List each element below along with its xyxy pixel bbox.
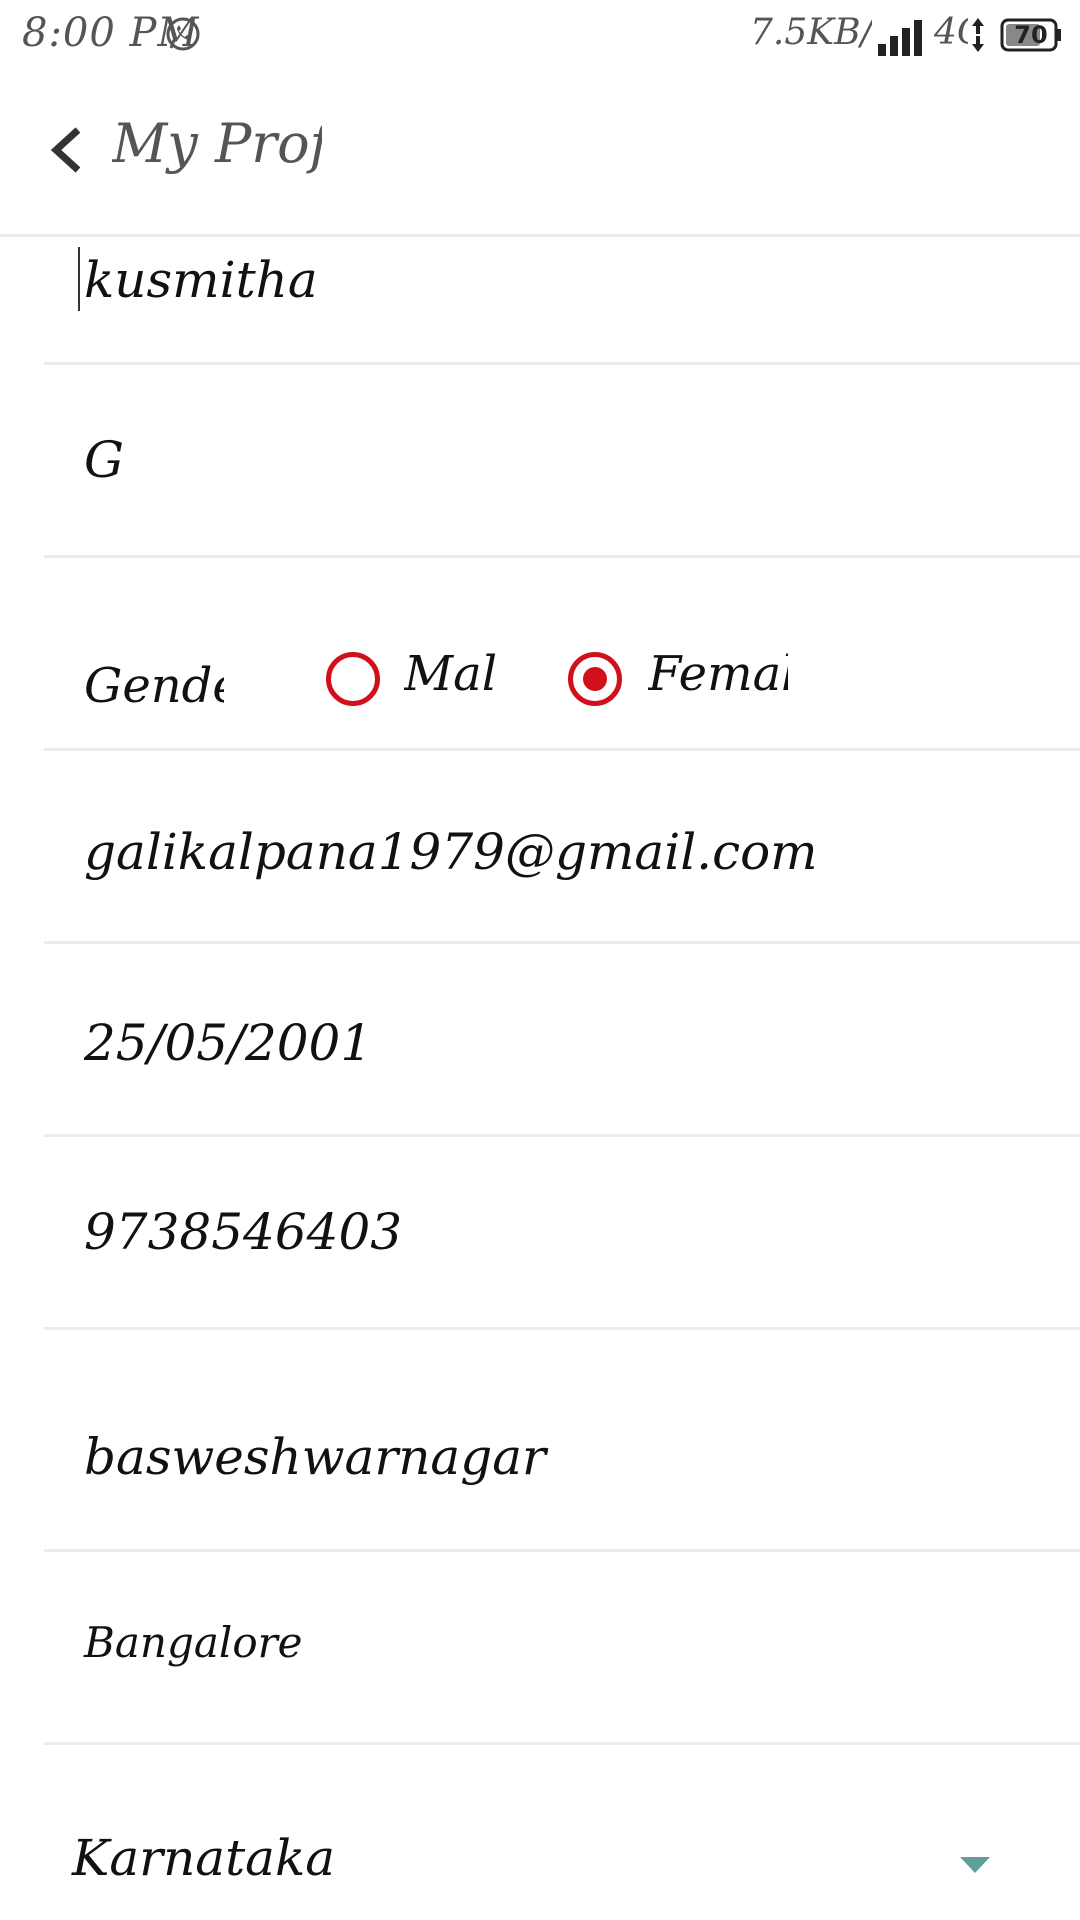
battery-level: 70 [1014, 21, 1048, 49]
signal-icon [878, 20, 922, 56]
dob-field[interactable]: 25/05/2001 [44, 944, 1080, 1137]
address-input[interactable]: basweshwarnagar [84, 1428, 546, 1486]
status-bar: 8:00 PM 7.5KB/s 4G 70 [0, 0, 1080, 70]
app-toolbar: My Profile [0, 70, 1080, 237]
dropdown-arrow-icon[interactable] [960, 1857, 990, 1875]
female-radio[interactable] [568, 652, 622, 706]
last-name-field[interactable]: G [44, 365, 1080, 558]
phone-input[interactable]: 9738546403 [84, 1203, 402, 1261]
city-field[interactable]: Bangalore [44, 1552, 1080, 1745]
back-arrow-icon[interactable] [40, 120, 100, 180]
city-input[interactable]: Bangalore [84, 1618, 303, 1667]
gender-label: Gender [84, 658, 224, 714]
last-name-input[interactable]: G [84, 431, 124, 489]
whatsapp-icon [166, 17, 200, 51]
email-input[interactable]: galikalpana1979@gmail.com [84, 823, 818, 881]
state-value[interactable]: Karnataka [72, 1829, 335, 1887]
phone-field[interactable]: 9738546403 [44, 1137, 1080, 1330]
address-field[interactable]: basweshwarnagar [44, 1330, 1080, 1552]
dob-input[interactable]: 25/05/2001 [84, 1014, 372, 1072]
female-radio-label[interactable]: Female [648, 646, 788, 702]
screen: 8:00 PM 7.5KB/s 4G 70 [0, 0, 1080, 1920]
page-title: My Profile [112, 112, 322, 175]
male-radio-label[interactable]: Male [404, 646, 498, 702]
gender-field: Gender Male Female [44, 558, 1080, 751]
first-name-input[interactable]: kusmitha [84, 251, 318, 309]
network-speed: 7.5KB/s [750, 12, 872, 53]
male-radio[interactable] [326, 652, 380, 706]
text-cursor [78, 247, 80, 311]
first-name-field[interactable]: kusmitha [44, 237, 1080, 365]
state-dropdown[interactable]: Karnataka [44, 1745, 1080, 1920]
network-type: 4G [934, 12, 968, 53]
data-arrows-icon [972, 18, 984, 52]
email-field[interactable]: galikalpana1979@gmail.com [44, 751, 1080, 944]
